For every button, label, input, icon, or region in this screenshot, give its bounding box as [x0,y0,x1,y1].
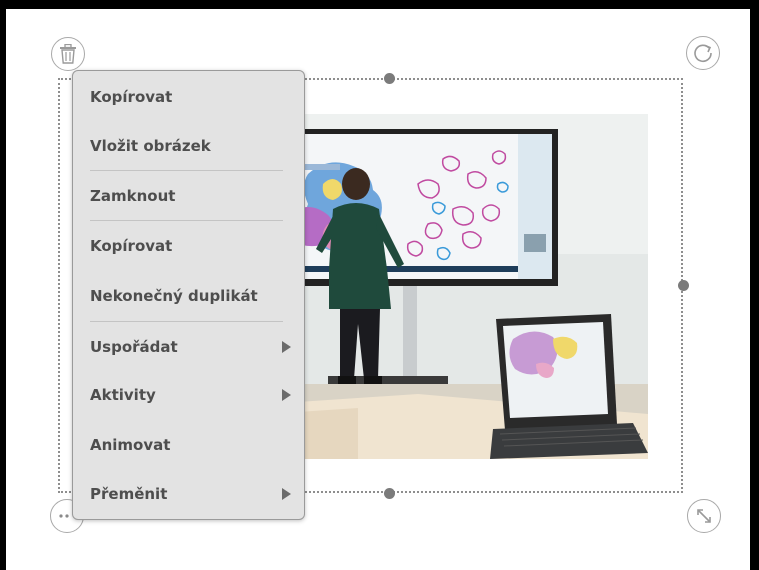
menu-item-lock[interactable]: Zamknout [73,181,304,211]
resize-button[interactable] [687,499,721,533]
context-menu: Kopírovat Vložit obrázek Zamknout Kopíro… [72,70,305,520]
menu-item-label: Kopírovat [90,88,173,106]
resize-diagonal-icon [697,509,711,523]
menu-item-label: Nekonečný duplikát [90,287,258,305]
submenu-arrow-icon [282,341,291,353]
menu-item-animate[interactable]: Animovat [73,430,304,460]
resize-handle-right[interactable] [678,280,689,291]
menu-item-infinite-duplicate[interactable]: Nekonečný duplikát [73,281,304,311]
classroom-photo [268,114,648,459]
rotate-button[interactable] [686,36,720,70]
menu-item-label: Zamknout [90,187,176,205]
menu-item-label: Aktivity [90,386,156,404]
menu-item-label: Přeměnit [90,485,168,503]
submenu-arrow-icon [282,488,291,500]
menu-item-label: Uspořádat [90,338,178,356]
rotate-icon [694,44,712,63]
menu-separator [90,321,283,322]
menu-item-copy[interactable]: Kopírovat [73,82,304,112]
menu-separator [90,220,283,221]
menu-separator [90,170,283,171]
resize-handle-bottom[interactable] [384,488,395,499]
menu-item-arrange[interactable]: Uspořádat [73,332,304,362]
selected-image[interactable] [268,114,648,459]
menu-item-label: Vložit obrázek [90,137,211,155]
menu-item-copy-2[interactable]: Kopírovat [73,231,304,261]
menu-item-activities[interactable]: Aktivity [73,380,304,410]
menu-item-label: Kopírovat [90,237,173,255]
menu-item-label: Animovat [90,436,171,454]
delete-button[interactable] [51,37,85,71]
resize-handle-top[interactable] [384,73,395,84]
trash-icon [60,44,76,64]
submenu-arrow-icon [282,389,291,401]
menu-item-insert-image[interactable]: Vložit obrázek [73,131,304,161]
menu-item-transform[interactable]: Přeměnit [73,479,304,509]
